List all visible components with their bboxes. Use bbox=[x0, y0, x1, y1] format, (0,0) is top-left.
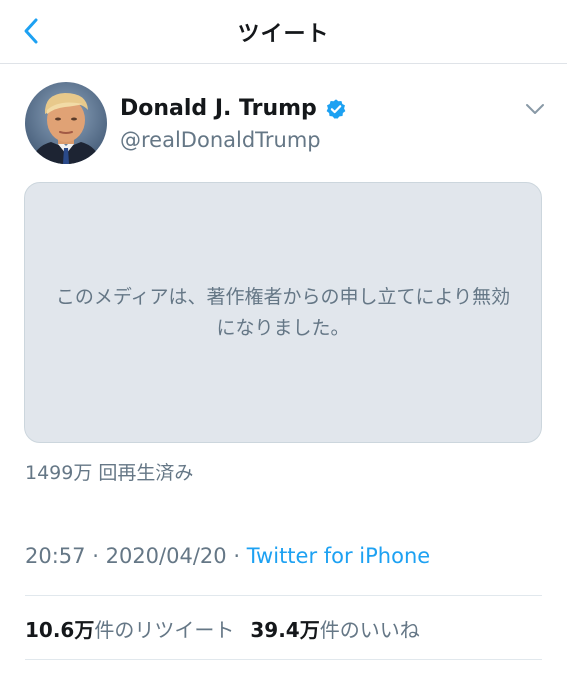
divider bbox=[25, 595, 542, 596]
retweet-label: 件のリツイート bbox=[94, 618, 235, 642]
like-count[interactable]: 39.4万件のいいね bbox=[250, 614, 419, 643]
top-bar: ツイート bbox=[0, 0, 567, 64]
more-options-button[interactable] bbox=[522, 96, 548, 122]
media-unavailable-message: このメディアは、著作権者からの申し立てにより無効になりました。 bbox=[55, 285, 511, 339]
author-avatar[interactable] bbox=[25, 82, 107, 164]
divider bbox=[25, 659, 542, 660]
tweet-meta: 20:57 · 2020/04/20 · Twitter for iPhone bbox=[25, 544, 430, 568]
author-name[interactable]: Donald J. Trump bbox=[120, 96, 347, 121]
meta-separator: · bbox=[92, 544, 99, 568]
retweet-count[interactable]: 10.6万件のリツイート bbox=[25, 614, 234, 643]
retweet-number: 10.6万 bbox=[25, 618, 95, 642]
chevron-down-icon bbox=[526, 104, 544, 114]
page-title: ツイート bbox=[237, 22, 330, 47]
author-handle[interactable]: @realDonaldTrump bbox=[120, 128, 321, 152]
avatar-image bbox=[25, 82, 107, 164]
engagement-stats: 10.6万件のリツイート 39.4万件のいいね bbox=[25, 614, 420, 643]
author-display-name: Donald J. Trump bbox=[120, 96, 317, 121]
tweet-date: 2020/04/20 bbox=[105, 544, 227, 568]
meta-separator: · bbox=[233, 544, 241, 568]
like-label: 件のいいね bbox=[319, 618, 420, 642]
view-count: 1499万 回再生済み bbox=[25, 462, 194, 484]
like-number: 39.4万 bbox=[250, 618, 320, 642]
tweet-time: 20:57 bbox=[25, 544, 86, 568]
tweet-source-link[interactable]: Twitter for iPhone bbox=[247, 544, 431, 568]
verified-badge-icon bbox=[326, 98, 346, 119]
media-unavailable-placeholder: このメディアは、著作権者からの申し立てにより無効になりました。 bbox=[24, 182, 542, 443]
